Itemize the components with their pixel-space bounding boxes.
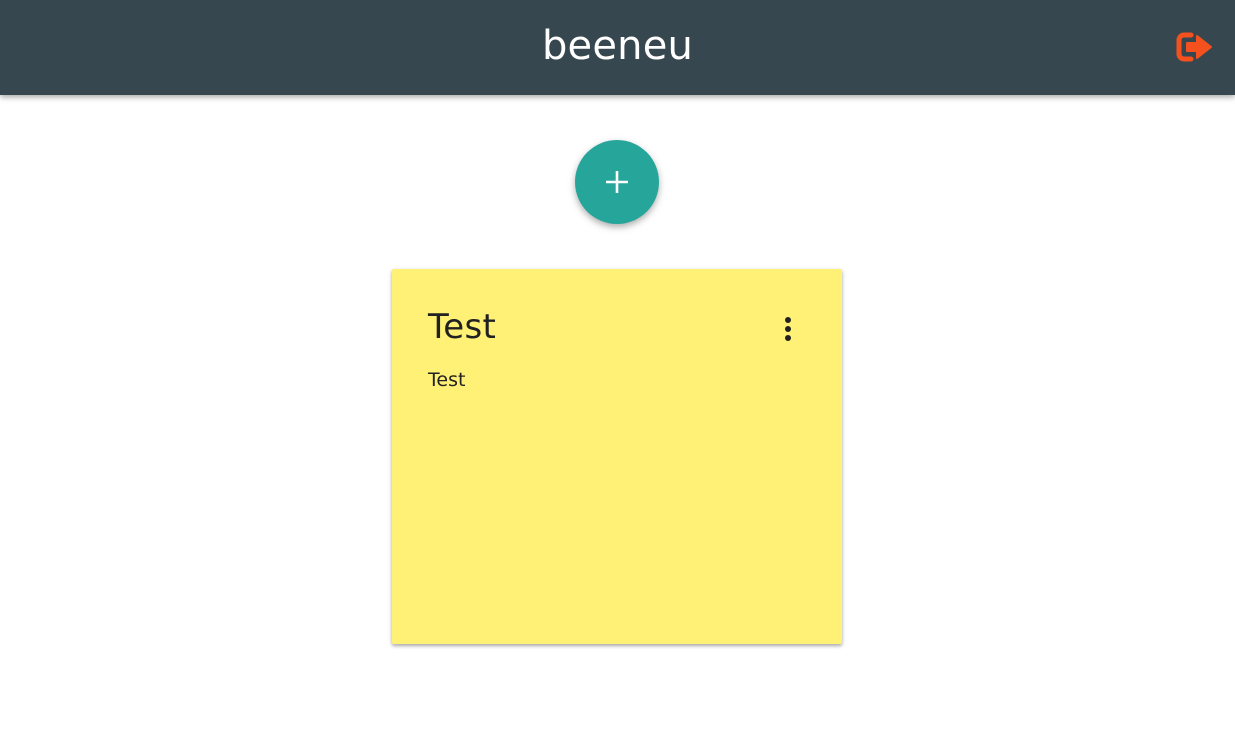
note-menu-button[interactable] xyxy=(776,315,800,343)
logout-icon xyxy=(1176,32,1212,62)
app-title: beeneu xyxy=(541,23,694,69)
logout-button[interactable] xyxy=(1176,31,1214,63)
note-card[interactable]: Test Test xyxy=(392,269,842,644)
more-vert-icon xyxy=(785,317,791,341)
note-body: Test xyxy=(428,369,466,391)
note-title: Test xyxy=(428,307,497,347)
app-header: beeneu xyxy=(0,0,1235,95)
add-note-button[interactable] xyxy=(575,140,659,224)
plus-icon xyxy=(606,171,628,193)
